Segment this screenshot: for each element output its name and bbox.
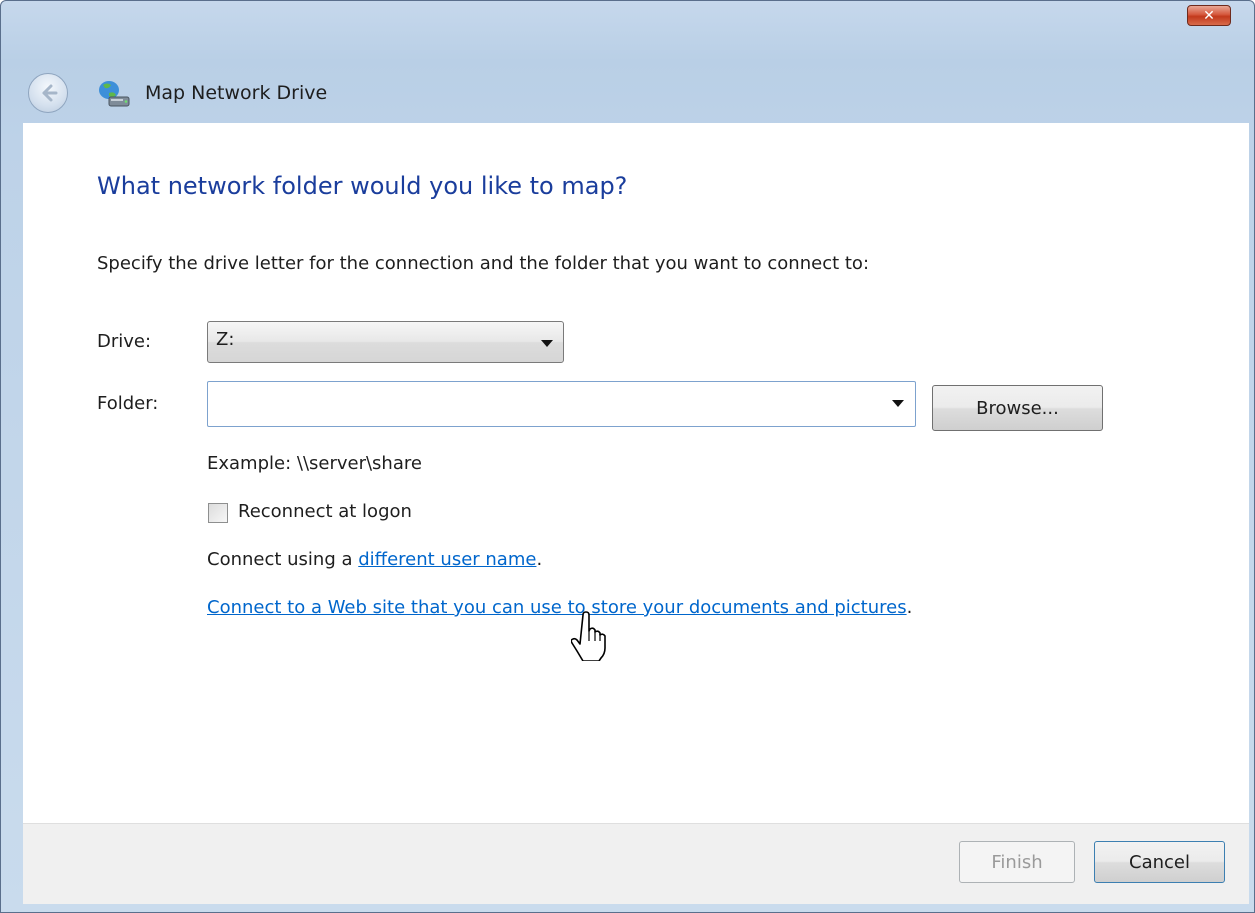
different-user-link[interactable]: different user name <box>358 549 536 570</box>
back-arrow-icon <box>42 84 58 102</box>
drive-select-value: Z: <box>216 329 235 350</box>
website-suffix: . <box>906 597 913 618</box>
hand-pointer-icon <box>571 611 606 661</box>
website-link-row: Connect to a Web site that you can use t… <box>207 595 912 621</box>
page-heading: What network folder would you like to ma… <box>97 172 628 200</box>
website-link[interactable]: Connect to a Web site that you can use t… <box>207 597 907 618</box>
back-button[interactable] <box>28 73 68 113</box>
browse-button[interactable]: Browse... <box>932 385 1103 431</box>
folder-input[interactable] <box>212 386 876 424</box>
chevron-down-icon <box>541 340 553 347</box>
connect-using-text: Connect using a different user name. <box>207 547 542 573</box>
connect-suffix: . <box>536 549 543 570</box>
reconnect-label[interactable]: Reconnect at logon <box>238 499 412 525</box>
folder-label: Folder: <box>97 393 159 414</box>
folder-dropdown-icon[interactable] <box>892 400 904 407</box>
network-drive-icon <box>99 81 130 107</box>
window-title: Map Network Drive <box>145 82 328 104</box>
drive-select[interactable]: Z: <box>207 321 564 363</box>
drive-label: Drive: <box>97 331 152 352</box>
example-text: Example: \\server\share <box>207 453 422 474</box>
connect-prefix: Connect using a <box>207 549 359 570</box>
close-icon: ✕ <box>1203 7 1215 24</box>
instructions-text: Specify the drive letter for the connect… <box>97 253 870 274</box>
reconnect-checkbox[interactable] <box>208 503 228 523</box>
map-network-drive-window: ✕ Map Network Drive What network folder … <box>0 0 1255 913</box>
finish-button[interactable]: Finish <box>959 841 1075 883</box>
folder-combobox[interactable] <box>207 381 916 427</box>
close-button[interactable]: ✕ <box>1187 5 1231 26</box>
cancel-button[interactable]: Cancel <box>1094 841 1225 883</box>
